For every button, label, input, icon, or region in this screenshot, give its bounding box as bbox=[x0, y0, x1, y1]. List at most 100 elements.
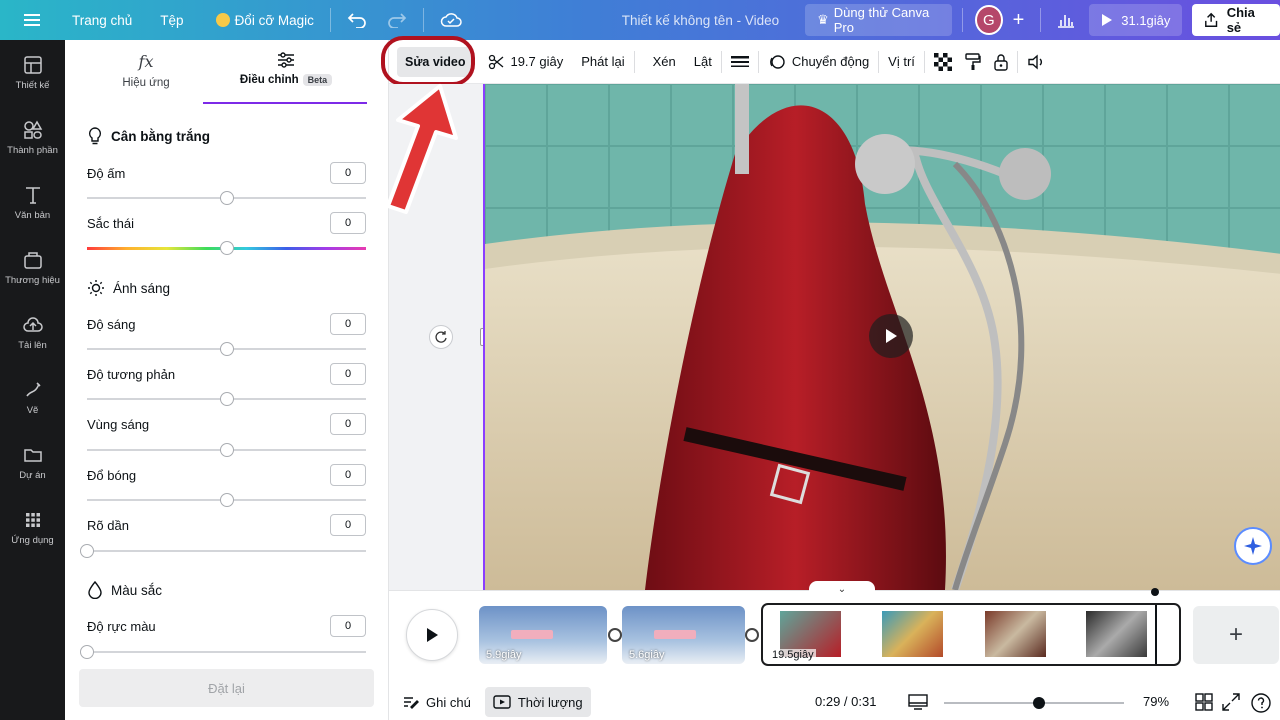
brightness-slider-thumb[interactable] bbox=[220, 342, 234, 356]
timeline-footer: Ghi chú Thời lượng 0:29 / 0:31 79% bbox=[389, 683, 1280, 720]
tab-adjust[interactable]: Điều chỉnh Beta bbox=[221, 52, 351, 106]
layout-icon bbox=[23, 55, 42, 74]
tab-effects[interactable]: fx Hiệu ứng bbox=[81, 52, 211, 106]
rail-item-design[interactable]: Thiết kế bbox=[0, 40, 65, 105]
insights-button[interactable] bbox=[1047, 0, 1085, 40]
video-play-button[interactable] bbox=[869, 314, 913, 358]
menu-button[interactable] bbox=[0, 0, 54, 40]
animate-button[interactable]: Chuyển động bbox=[759, 40, 878, 84]
transition-button[interactable] bbox=[745, 628, 759, 642]
transition-button[interactable] bbox=[608, 628, 622, 642]
animate-label: Chuyển động bbox=[791, 54, 870, 69]
flip-button[interactable]: Lật bbox=[685, 40, 721, 84]
rail-item-text[interactable]: Văn bản bbox=[0, 170, 65, 235]
contrast-slider-thumb[interactable] bbox=[220, 392, 234, 406]
rail-item-uploads[interactable]: Tải lên bbox=[0, 300, 65, 365]
highlights-slider-thumb[interactable] bbox=[220, 443, 234, 457]
rail-label: Thương hiệu bbox=[5, 274, 60, 286]
redo-button[interactable] bbox=[377, 0, 417, 40]
video-frame[interactable] bbox=[483, 84, 1280, 590]
vibrance-slider-thumb[interactable] bbox=[80, 645, 94, 659]
play-duration: 31.1giây bbox=[1121, 12, 1171, 28]
rail-item-projects[interactable]: Dự án bbox=[0, 430, 65, 495]
rail-item-apps[interactable]: Ứng dụng bbox=[0, 495, 65, 560]
avatar[interactable]: G bbox=[975, 5, 1003, 35]
shadows-slider-thumb[interactable] bbox=[220, 493, 234, 507]
warmth-slider-thumb[interactable] bbox=[220, 191, 234, 205]
copy-style-button[interactable] bbox=[961, 40, 985, 84]
styles-button[interactable] bbox=[722, 40, 758, 84]
notes-icon bbox=[404, 697, 419, 709]
rotate-button[interactable] bbox=[429, 325, 453, 349]
timeline-play-button[interactable] bbox=[406, 609, 458, 661]
highlight-ring-annotation bbox=[381, 36, 475, 86]
lock-button[interactable] bbox=[985, 40, 1017, 84]
reset-button[interactable]: Đặt lại bbox=[79, 669, 374, 707]
brightness-input[interactable]: 0 bbox=[330, 313, 366, 335]
playhead[interactable] bbox=[1155, 605, 1157, 664]
vibrance-input[interactable]: 0 bbox=[330, 615, 366, 637]
timeline-clip[interactable]: 5.9giây bbox=[479, 606, 607, 664]
beta-badge: Beta bbox=[302, 74, 333, 86]
timeline-clip[interactable]: 5.6giây bbox=[622, 606, 745, 664]
present-play-button[interactable]: 31.1giây bbox=[1089, 4, 1183, 36]
share-button[interactable]: Chia sẻ bbox=[1192, 4, 1280, 36]
collapse-timeline-button[interactable]: ⌄ bbox=[809, 581, 875, 597]
expand-icon bbox=[1222, 693, 1240, 711]
brand-icon bbox=[23, 251, 42, 269]
fade-slider[interactable] bbox=[87, 550, 366, 552]
try-pro-button[interactable]: ♛ Dùng thử Canva Pro bbox=[805, 4, 953, 36]
magic-resize-label: Đổi cỡ Magic bbox=[234, 12, 314, 28]
tint-slider-thumb[interactable] bbox=[220, 241, 234, 255]
hamburger-icon bbox=[24, 14, 40, 26]
home-link[interactable]: Trang chủ bbox=[54, 0, 142, 40]
grid-view-button[interactable] bbox=[1195, 693, 1213, 714]
upload-icon bbox=[22, 316, 43, 332]
section-title: Cân bằng trắng bbox=[111, 128, 211, 144]
lightbulb-icon bbox=[88, 127, 102, 145]
zoom-slider-thumb[interactable] bbox=[1033, 697, 1045, 709]
section-title: Ánh sáng bbox=[113, 280, 171, 296]
vibrance-slider[interactable] bbox=[87, 651, 366, 653]
cloud-save-status[interactable] bbox=[430, 0, 472, 40]
sparkle-icon bbox=[1244, 537, 1262, 555]
fade-input[interactable]: 0 bbox=[330, 514, 366, 536]
add-collaborator-button[interactable]: + bbox=[1003, 0, 1035, 40]
crop-button[interactable]: Xén bbox=[635, 40, 685, 84]
magic-assistant-button[interactable] bbox=[1234, 527, 1272, 565]
trim-button[interactable]: 19.7 giây bbox=[479, 40, 572, 84]
droplet-icon bbox=[88, 581, 102, 599]
fx-icon: fx bbox=[138, 52, 154, 71]
highlights-input[interactable]: 0 bbox=[330, 413, 366, 435]
position-button[interactable]: Vị trí bbox=[879, 40, 924, 84]
rail-item-elements[interactable]: Thành phần bbox=[0, 105, 65, 170]
magic-resize-button[interactable]: Đổi cỡ Magic bbox=[194, 0, 324, 40]
rail-label: Tải lên bbox=[18, 339, 47, 351]
fade-slider-thumb[interactable] bbox=[80, 544, 94, 558]
duration-button[interactable]: Thời lượng bbox=[484, 687, 591, 717]
checkerboard-icon bbox=[933, 52, 952, 71]
document-title[interactable]: Thiết kế không tên - Video bbox=[612, 0, 789, 40]
undo-button[interactable] bbox=[337, 0, 377, 40]
fullscreen-button[interactable] bbox=[1222, 693, 1240, 714]
notes-button[interactable]: Ghi chú bbox=[395, 687, 479, 717]
zoom-level[interactable]: 79% bbox=[1143, 694, 1169, 709]
add-clip-button[interactable]: + bbox=[1193, 606, 1279, 664]
playback-button[interactable]: Phát lại bbox=[572, 40, 633, 84]
clip-frame-thumbnail bbox=[1086, 611, 1147, 657]
transparency-button[interactable] bbox=[925, 40, 961, 84]
shadows-input[interactable]: 0 bbox=[330, 464, 366, 486]
rail-label: Thành phần bbox=[7, 144, 58, 156]
rail-item-draw[interactable]: Vẽ bbox=[0, 365, 65, 430]
contrast-input[interactable]: 0 bbox=[330, 363, 366, 385]
rail-item-brand[interactable]: Thương hiệu bbox=[0, 235, 65, 300]
selected-timeline-clip[interactable]: 19.5giây bbox=[761, 603, 1181, 666]
clip-frame-thumbnail bbox=[985, 611, 1046, 657]
crown-icon: ♛ bbox=[817, 12, 829, 27]
fit-page-button[interactable] bbox=[908, 694, 928, 713]
help-button[interactable] bbox=[1251, 693, 1271, 716]
volume-button[interactable] bbox=[1018, 40, 1056, 84]
file-menu[interactable]: Tệp bbox=[142, 0, 193, 40]
playhead-marker[interactable] bbox=[1151, 588, 1159, 596]
rail-label: Thiết kế bbox=[15, 79, 50, 91]
